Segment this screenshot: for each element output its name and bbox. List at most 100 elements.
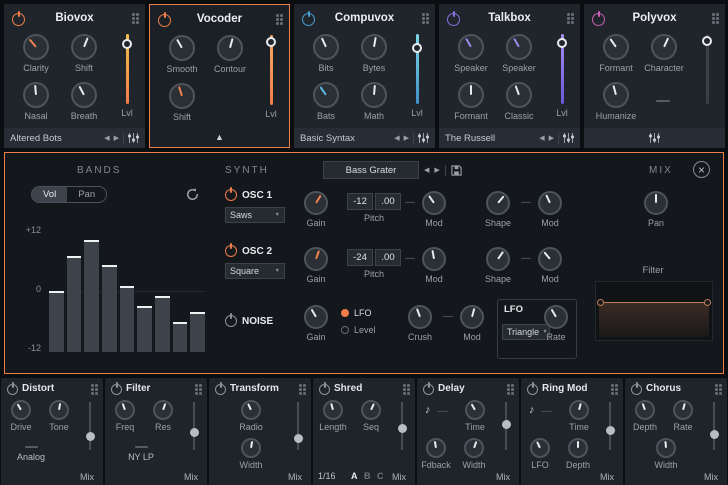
osc1-pitch-mod-knob[interactable]: Mod — [415, 191, 453, 228]
seq-knob[interactable]: Seq — [353, 400, 389, 432]
dial[interactable] — [361, 34, 387, 60]
dial[interactable] — [408, 305, 432, 329]
preset-name[interactable]: Basic Syntax — [300, 133, 355, 144]
length-knob[interactable]: Length — [315, 400, 351, 432]
osc2-pitch-mod-knob[interactable]: Mod — [415, 247, 453, 284]
power-icon[interactable] — [158, 14, 171, 27]
distort-mode-select[interactable]: Analog — [1, 446, 61, 462]
res-knob[interactable]: Res — [145, 400, 181, 432]
drag-handle-icon[interactable] — [712, 13, 719, 24]
nasal-knob[interactable]: Nasal — [14, 82, 58, 121]
dial[interactable] — [422, 247, 446, 271]
mix-slider[interactable] — [713, 402, 715, 450]
dial[interactable] — [538, 247, 562, 271]
time-knob[interactable]: Time — [457, 400, 493, 432]
dial[interactable] — [426, 438, 446, 458]
band-bar[interactable] — [102, 265, 117, 352]
dial[interactable] — [313, 34, 339, 60]
drag-handle-icon[interactable] — [567, 13, 574, 24]
next-preset-button[interactable]: ▶ — [549, 134, 554, 142]
osc2-wave-select[interactable]: Square ▼ — [225, 263, 285, 279]
shred-rate-select[interactable]: 1/16 — [318, 471, 336, 481]
dial[interactable] — [544, 305, 568, 329]
mixer-icon[interactable] — [563, 133, 574, 143]
dial[interactable] — [651, 34, 677, 60]
collapse-button[interactable]: ▲ — [215, 132, 224, 142]
contour-knob[interactable]: Contour — [208, 35, 252, 74]
band-bar[interactable] — [137, 306, 152, 352]
depth-knob[interactable]: Depth — [559, 438, 597, 470]
power-icon[interactable] — [631, 384, 642, 395]
prev-synth-preset-button[interactable]: ◀ — [424, 166, 429, 174]
slider-thumb[interactable] — [86, 432, 95, 441]
dial[interactable] — [538, 191, 562, 215]
band-bar[interactable] — [84, 240, 99, 352]
drag-handle-icon[interactable] — [91, 384, 98, 395]
formant-knob[interactable]: Formant — [594, 34, 638, 73]
next-preset-button[interactable]: ▶ — [114, 134, 119, 142]
dial[interactable] — [464, 438, 484, 458]
math-knob[interactable]: Math — [352, 82, 396, 121]
width-knob[interactable]: Width — [646, 438, 686, 470]
crush-knob[interactable]: Crush — [401, 305, 439, 342]
pan-toggle[interactable]: Pan — [67, 187, 106, 202]
dial[interactable] — [115, 400, 135, 420]
osc2-pitch[interactable]: -24 .00 Pitch — [347, 249, 401, 279]
mix-slider[interactable] — [609, 402, 611, 450]
radio-knob[interactable]: Radio — [231, 400, 271, 432]
reset-bands-icon[interactable] — [185, 187, 200, 205]
drive-knob[interactable]: Drive — [3, 400, 39, 432]
osc2-shape-knob[interactable]: Shape — [479, 247, 517, 284]
module-talkbox[interactable]: Talkbox Speaker Speaker Formant Classic … — [439, 4, 580, 148]
mixer-icon[interactable] — [128, 133, 139, 143]
bats-knob[interactable]: Bats — [304, 82, 348, 121]
seq-c-button[interactable]: C — [377, 471, 384, 481]
power-icon[interactable] — [319, 384, 330, 395]
osc1-gain-knob[interactable]: Gain — [297, 191, 335, 228]
classic-knob[interactable]: Classic — [497, 82, 541, 121]
depth-knob[interactable]: Depth — [627, 400, 663, 432]
pitch-cents-field[interactable]: .00 — [375, 193, 401, 210]
note-sync-icon[interactable]: ♪ — [425, 404, 431, 416]
dial[interactable] — [361, 82, 387, 108]
power-icon[interactable] — [225, 315, 237, 327]
dial[interactable] — [486, 191, 510, 215]
clarity-knob[interactable]: Clarity — [14, 34, 58, 73]
osc1-wave-select[interactable]: Saws ▼ — [225, 207, 285, 223]
dial[interactable] — [217, 35, 243, 61]
osc1-shape-knob[interactable]: Shape — [479, 191, 517, 228]
speaker-knob-1[interactable]: Speaker — [449, 34, 493, 73]
slider-thumb[interactable] — [398, 424, 407, 433]
mix-slider[interactable] — [505, 402, 507, 450]
band-bar[interactable] — [155, 296, 170, 352]
next-preset-button[interactable]: ▶ — [404, 134, 409, 142]
width-knob[interactable]: Width — [455, 438, 493, 470]
mix-slider[interactable] — [193, 402, 195, 450]
module-biovox[interactable]: Biovox Clarity Shift Nasal Breath Lvl Al… — [4, 4, 145, 148]
vol-toggle[interactable]: Vol — [32, 187, 67, 202]
dial[interactable] — [71, 34, 97, 60]
bands-chart[interactable] — [49, 230, 205, 352]
slider-thumb[interactable] — [557, 38, 567, 48]
slider-track[interactable] — [126, 34, 129, 104]
noise-power[interactable]: NOISE — [225, 315, 273, 327]
smooth-knob[interactable]: Smooth — [160, 35, 204, 74]
osc1-pitch[interactable]: -12 .00 Pitch — [347, 193, 401, 223]
dial[interactable] — [465, 400, 485, 420]
mixer-icon[interactable] — [418, 133, 429, 143]
dial[interactable] — [169, 35, 195, 61]
dial[interactable] — [603, 82, 629, 108]
dial[interactable] — [304, 247, 328, 271]
tone-knob[interactable]: Tone — [41, 400, 77, 432]
dial[interactable] — [422, 191, 446, 215]
character-knob[interactable]: Character — [642, 34, 686, 73]
lfo-radio[interactable]: LFO — [341, 308, 376, 318]
radio-dot[interactable] — [341, 309, 349, 317]
power-icon[interactable] — [225, 245, 237, 257]
dial[interactable] — [656, 438, 676, 458]
dial[interactable] — [241, 400, 261, 420]
dial[interactable] — [153, 400, 173, 420]
lfo-rate-knob[interactable]: Rate — [539, 305, 573, 342]
band-bar[interactable] — [49, 291, 64, 352]
slider-thumb[interactable] — [294, 434, 303, 443]
